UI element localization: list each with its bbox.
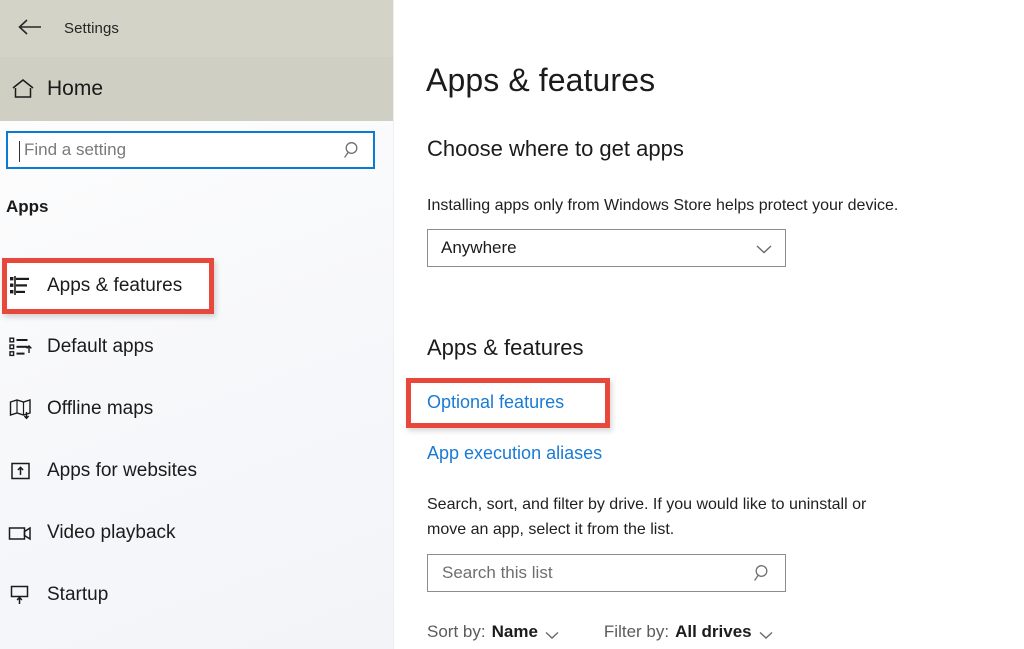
link-optional-features[interactable]: Optional features xyxy=(427,392,564,413)
sidebar-item-offline-maps[interactable]: Offline maps xyxy=(0,382,394,436)
get-apps-dropdown[interactable]: Anywhere xyxy=(427,229,786,267)
sort-by-value: Name xyxy=(492,622,538,642)
search-input-placeholder: Find a setting xyxy=(24,140,126,160)
video-camera-icon xyxy=(8,519,36,547)
sidebar-divider xyxy=(393,0,394,649)
search-this-list-input[interactable]: Search this list xyxy=(427,554,786,592)
sidebar-item-video-playback-label: Video playback xyxy=(47,522,176,544)
section-heading-apps-features: Apps & features xyxy=(427,335,584,361)
sidebar-item-default-apps-label: Default apps xyxy=(47,336,154,358)
chevron-down-icon xyxy=(758,627,774,637)
back-arrow-icon[interactable] xyxy=(8,5,52,49)
sidebar-item-apps-for-websites[interactable]: Apps for websites xyxy=(0,444,394,498)
get-apps-description: Installing apps only from Windows Store … xyxy=(427,193,898,218)
sidebar-item-video-playback[interactable]: Video playback xyxy=(0,506,394,560)
search-icon[interactable] xyxy=(753,563,773,583)
link-app-execution-aliases[interactable]: App execution aliases xyxy=(427,443,602,464)
text-caret xyxy=(19,141,20,162)
filter-by-control[interactable]: Filter by: All drives xyxy=(604,622,774,642)
sidebar-item-apps-for-websites-label: Apps for websites xyxy=(47,460,197,482)
title-bar: Settings xyxy=(0,0,394,57)
startup-monitor-icon xyxy=(8,581,36,609)
sidebar-group-header: Apps xyxy=(6,197,49,217)
filter-by-value: All drives xyxy=(675,622,752,642)
sidebar-item-apps-features-label: Apps & features xyxy=(47,275,182,297)
chevron-down-icon xyxy=(755,242,773,254)
main-content: Apps & features Choose where to get apps… xyxy=(396,0,1024,649)
sidebar-item-apps-features[interactable]: Apps & features xyxy=(0,259,394,313)
sidebar-item-default-apps[interactable]: Default apps xyxy=(0,320,394,374)
search-this-list-placeholder: Search this list xyxy=(442,563,553,583)
map-download-icon xyxy=(8,395,36,423)
sidebar-item-offline-maps-label: Offline maps xyxy=(47,398,153,420)
chevron-down-icon xyxy=(544,627,560,637)
section-heading-get-apps: Choose where to get apps xyxy=(427,136,684,162)
sidebar-item-startup[interactable]: Startup xyxy=(0,568,394,622)
default-apps-icon xyxy=(8,333,36,361)
page-title: Apps & features xyxy=(426,62,655,99)
sort-by-control[interactable]: Sort by: Name xyxy=(427,622,560,642)
sidebar-item-home-label: Home xyxy=(47,77,103,101)
settings-window: Settings Home Find a setting xyxy=(0,0,1024,649)
sidebar-item-home[interactable]: Home xyxy=(0,57,394,121)
apps-list-description-line2: move an app, select it from the list. xyxy=(427,517,674,542)
filter-by-label: Filter by: xyxy=(604,622,669,642)
get-apps-dropdown-value: Anywhere xyxy=(441,238,517,258)
sort-by-label: Sort by: xyxy=(427,622,486,642)
sidebar-item-startup-label: Startup xyxy=(47,584,108,606)
search-input[interactable]: Find a setting xyxy=(6,131,375,169)
search-icon[interactable] xyxy=(343,140,363,160)
sidebar: Settings Home Find a setting xyxy=(0,0,394,649)
apps-list-description-line1: Search, sort, and filter by drive. If yo… xyxy=(427,492,866,517)
home-icon xyxy=(10,76,36,102)
list-controls: Sort by: Name Filter by: All drives xyxy=(427,622,774,642)
window-title: Settings xyxy=(64,6,119,50)
app-website-icon xyxy=(8,457,36,485)
apps-list-icon xyxy=(8,272,36,300)
